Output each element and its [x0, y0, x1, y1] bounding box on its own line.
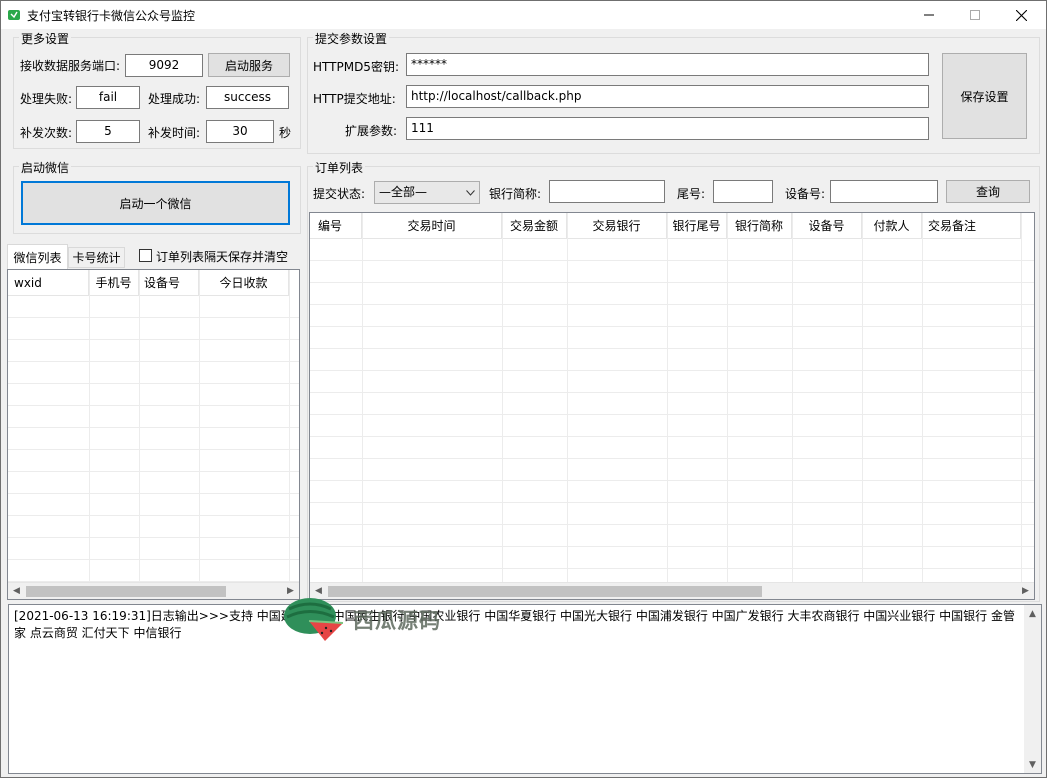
- col-wxid[interactable]: wxid: [8, 270, 89, 296]
- scroll-left-icon[interactable]: ◀: [8, 583, 25, 599]
- ext-label: 扩展参数:: [345, 124, 398, 138]
- wechat-grid[interactable]: wxid 手机号 设备号 今日收款 ◀ ▶: [7, 269, 300, 600]
- scroll-up-icon[interactable]: ▲: [1024, 605, 1041, 622]
- col-bank-short[interactable]: 银行简称: [727, 213, 792, 239]
- main-window: 支付宝转银行卡微信公众号监控 更多设置 接收数据服务端口: 9092 启动服务 …: [0, 0, 1047, 778]
- close-icon: [1015, 9, 1027, 21]
- clear-daily-label: 订单列表隔天保存并清空: [156, 250, 289, 264]
- retry-count-label: 补发次数:: [20, 126, 73, 140]
- wechat-grid-body: [8, 296, 299, 582]
- app-icon: [8, 10, 20, 20]
- tail-input[interactable]: [713, 180, 773, 203]
- more-settings-title: 更多设置: [19, 30, 72, 47]
- ext-input[interactable]: 111: [406, 117, 929, 140]
- wechat-grid-hscrollbar[interactable]: ◀ ▶: [8, 582, 299, 599]
- retry-count-input[interactable]: 5: [76, 120, 140, 143]
- log-text: [2021-06-13 16:19:31]日志输出>>>支持 中国建设银行 中国…: [14, 609, 1015, 640]
- chevron-down-icon: [466, 182, 475, 204]
- port-input[interactable]: 9092: [125, 54, 203, 77]
- title-bar: 支付宝转银行卡微信公众号监控: [1, 1, 1046, 29]
- col-remark[interactable]: 交易备注: [922, 213, 1021, 239]
- bank-short-label: 银行简称:: [489, 187, 542, 201]
- save-settings-button[interactable]: 保存设置: [942, 53, 1027, 139]
- col-bank-tail[interactable]: 银行尾号: [667, 213, 727, 239]
- watermelon-logo-icon: [284, 598, 344, 641]
- url-input[interactable]: http://localhost/callback.php: [406, 85, 929, 108]
- minimize-icon: [924, 14, 934, 16]
- port-label: 接收数据服务端口:: [20, 59, 121, 73]
- col-device[interactable]: 设备号: [139, 270, 199, 296]
- order-grid-header: 编号 交易时间 交易金额 交易银行 银行尾号 银行简称 设备号 付款人 交易备注: [310, 213, 1021, 239]
- col-trade-time[interactable]: 交易时间: [362, 213, 502, 239]
- order-grid-body: [310, 239, 1034, 582]
- bank-short-input[interactable]: [549, 180, 665, 203]
- device-input[interactable]: [830, 180, 938, 203]
- fail-label: 处理失败:: [20, 92, 73, 106]
- scroll-right-icon[interactable]: ▶: [1017, 583, 1034, 599]
- col-payer[interactable]: 付款人: [862, 213, 922, 239]
- col-amount[interactable]: 交易金额: [502, 213, 567, 239]
- md5-label: HTTPMD5密钥:: [313, 60, 399, 74]
- retry-time-unit: 秒: [279, 126, 292, 140]
- start-wechat-button[interactable]: 启动一个微信: [21, 181, 290, 225]
- status-label: 提交状态:: [313, 187, 366, 201]
- close-button[interactable]: [998, 1, 1044, 29]
- col-bank[interactable]: 交易银行: [567, 213, 667, 239]
- status-select[interactable]: —全部—: [374, 181, 480, 204]
- url-label: HTTP提交地址:: [313, 92, 396, 106]
- col-phone[interactable]: 手机号: [89, 270, 139, 296]
- clear-daily-checkbox[interactable]: [139, 249, 152, 262]
- col-device-no[interactable]: 设备号: [792, 213, 862, 239]
- success-label: 处理成功:: [148, 92, 201, 106]
- status-select-value: —全部—: [379, 185, 428, 199]
- wechat-grid-header: wxid 手机号 设备号 今日收款: [8, 270, 289, 296]
- start-wechat-title: 启动微信: [19, 159, 72, 176]
- log-vscrollbar[interactable]: ▲ ▼: [1024, 605, 1041, 773]
- tail-label: 尾号:: [677, 187, 706, 201]
- minimize-button[interactable]: [906, 1, 952, 29]
- order-grid[interactable]: 编号 交易时间 交易金额 交易银行 银行尾号 银行简称 设备号 付款人 交易备注…: [309, 212, 1035, 600]
- md5-input[interactable]: ******: [406, 53, 929, 76]
- tab-card-stats[interactable]: 卡号统计: [68, 247, 125, 268]
- log-textarea[interactable]: [2021-06-13 16:19:31]日志输出>>>支持 中国建设银行 中国…: [8, 604, 1042, 774]
- col-today-income[interactable]: 今日收款: [199, 270, 289, 296]
- query-button[interactable]: 查询: [946, 180, 1030, 203]
- window-title: 支付宝转银行卡微信公众号监控: [27, 9, 196, 23]
- watermark: 西瓜源码: [283, 597, 473, 643]
- success-input[interactable]: success: [206, 86, 289, 109]
- scroll-thumb[interactable]: [26, 586, 226, 597]
- maximize-icon: [970, 10, 980, 20]
- tab-wechat-list[interactable]: 微信列表: [7, 244, 68, 269]
- submit-settings-title: 提交参数设置: [313, 30, 390, 47]
- col-id[interactable]: 编号: [310, 213, 362, 239]
- scroll-thumb[interactable]: [328, 586, 762, 597]
- start-service-button[interactable]: 启动服务: [208, 53, 290, 77]
- fail-input[interactable]: fail: [76, 86, 140, 109]
- watermark-text: 西瓜源码: [353, 609, 441, 633]
- device-label: 设备号:: [785, 187, 826, 201]
- maximize-button[interactable]: [952, 1, 998, 29]
- order-list-title: 订单列表: [313, 159, 366, 176]
- scroll-down-icon[interactable]: ▼: [1024, 756, 1041, 773]
- retry-time-input[interactable]: 30: [206, 120, 274, 143]
- retry-time-label: 补发时间:: [148, 126, 201, 140]
